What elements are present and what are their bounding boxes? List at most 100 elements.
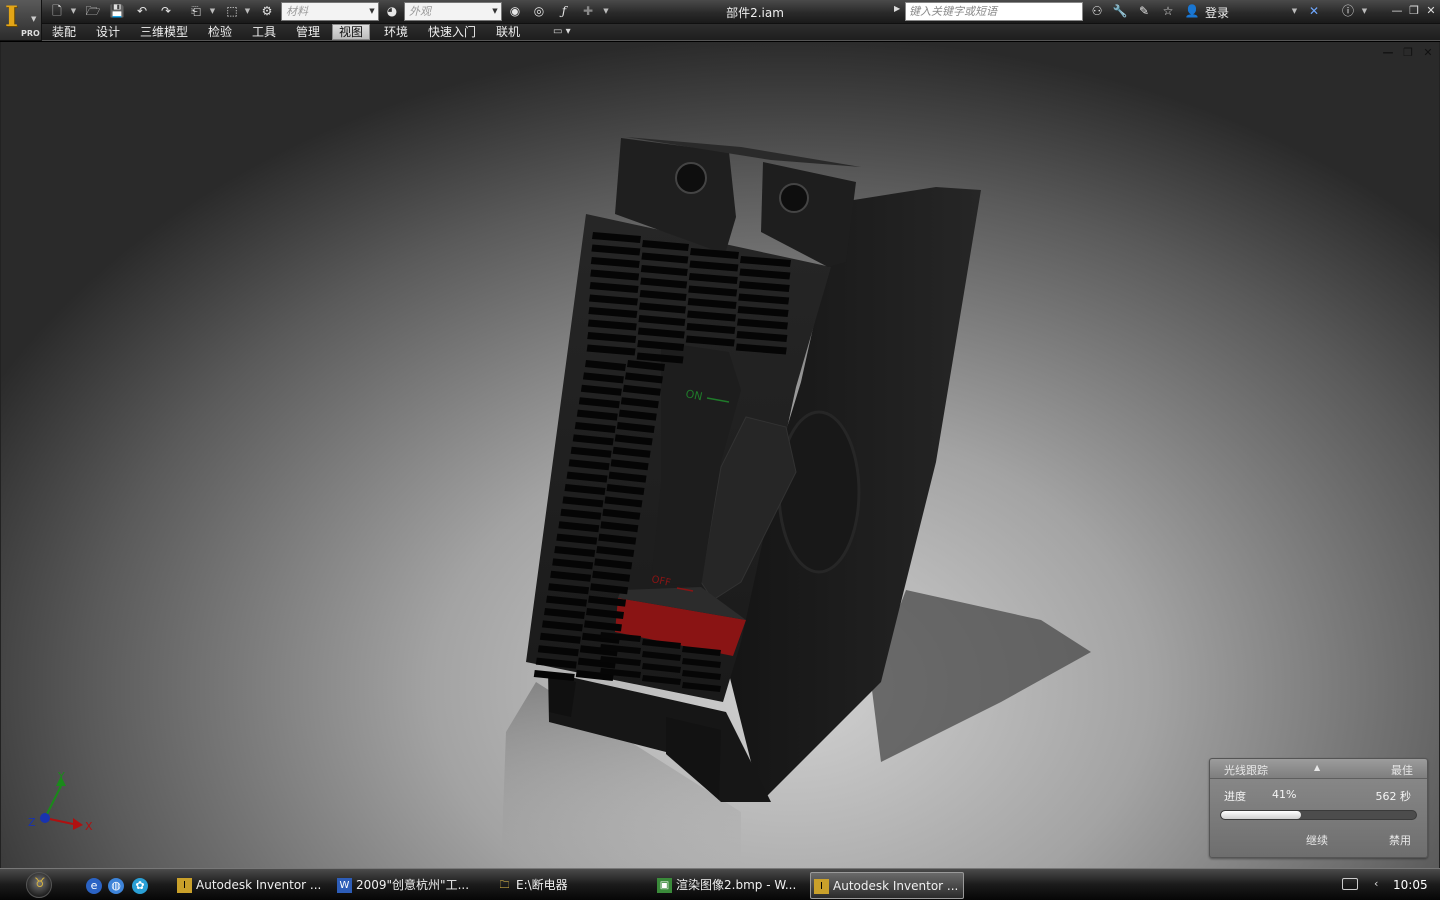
tab-environments[interactable]: 环境 — [378, 24, 414, 40]
customize-dropdown-icon[interactable]: ▼ — [601, 3, 611, 20]
search-expand-icon[interactable]: ▶ — [894, 4, 900, 13]
tray-expand-icon[interactable]: ‹ — [1374, 877, 1378, 890]
collapse-triangle-icon[interactable]: ▲ — [1314, 763, 1320, 772]
terminal-screw-left — [675, 162, 707, 194]
folder-icon: 🗀 — [499, 880, 510, 891]
new-dropdown-icon[interactable]: ▼ — [69, 3, 78, 20]
binoculars-icon[interactable]: ⚇ — [1089, 3, 1105, 20]
clock[interactable]: 10:05 — [1393, 878, 1428, 892]
redo-icon[interactable]: ↷ — [157, 3, 175, 20]
open-folder-icon[interactable]: 🗁 — [84, 3, 102, 20]
side-boss — [777, 410, 861, 574]
select-dropdown-icon[interactable]: ▼ — [243, 3, 252, 20]
login-button[interactable]: 登录 — [1205, 4, 1229, 21]
render-quality-select[interactable]: 最佳 — [1391, 762, 1413, 778]
word-icon: W — [337, 878, 352, 893]
continue-button[interactable]: 继续 — [1306, 832, 1328, 848]
user-icon[interactable]: 👤 — [1184, 3, 1200, 20]
appearance-combo[interactable]: 外观 ▼ — [404, 2, 502, 21]
start-button[interactable]: ♉ — [26, 872, 52, 898]
tab-assemble[interactable]: 装配 — [46, 24, 82, 40]
parameters-fx-icon[interactable]: ƒ — [555, 3, 573, 20]
axis-y-line — [44, 785, 62, 819]
search-input[interactable]: 键入关键字或短语 — [905, 2, 1083, 21]
appearance-ball-icon: ◕ — [386, 4, 398, 18]
task-label: E:\断电器 — [516, 878, 568, 892]
axis-z-origin — [40, 813, 50, 823]
inventor-icon: I — [814, 879, 829, 894]
terminal-screw-right — [779, 183, 809, 213]
ray-tracing-panel: 光线跟踪 ▲ 最佳 进度 41% 562 秒 继续 禁用 — [1209, 758, 1428, 858]
tab-inspect[interactable]: 检验 — [202, 24, 238, 40]
axis-z-label: Z — [28, 816, 36, 829]
messenger-icon[interactable]: ✿ — [132, 878, 148, 894]
pro-badge: PRO — [21, 29, 40, 38]
task-label: Autodesk Inventor ... — [833, 879, 959, 893]
inventor-icon: I — [177, 878, 192, 893]
task-word-doc[interactable]: W 2009"创意杭州"工... — [334, 872, 484, 899]
communication-icon[interactable]: ✎ — [1136, 3, 1152, 20]
appearance-combo-text: 外观 — [409, 5, 431, 18]
disable-button[interactable]: 禁用 — [1389, 832, 1411, 848]
help-dropdown-icon[interactable]: ▼ — [1360, 3, 1369, 20]
tab-online[interactable]: 联机 — [490, 24, 526, 40]
axis-y-label: Y — [57, 770, 65, 783]
progress-bar — [1220, 810, 1417, 820]
tab-tools[interactable]: 工具 — [246, 24, 282, 40]
tab-3d-model[interactable]: 三维模型 — [134, 24, 194, 40]
clear-appearance-icon[interactable]: ◎ — [530, 3, 548, 20]
app-menu-dropdown-icon: ▼ — [31, 15, 37, 23]
browser-icon[interactable]: ◍ — [108, 878, 124, 894]
progress-bar-fill — [1221, 811, 1301, 819]
task-inventor-2[interactable]: I Autodesk Inventor ... — [810, 872, 964, 899]
task-label: 渲染图像2.bmp - W... — [676, 878, 797, 892]
exchange-x-icon[interactable]: ✕ — [1305, 3, 1323, 20]
material-dropdown-icon[interactable]: ▼ — [367, 3, 377, 20]
save-icon[interactable]: 💾 — [108, 3, 126, 20]
elapsed-time: 562 秒 — [1375, 790, 1412, 803]
restore-window-icon[interactable]: ❐ — [1407, 4, 1421, 18]
close-window-icon[interactable]: ✕ — [1424, 4, 1438, 18]
help-icon[interactable]: ⓘ — [1339, 3, 1357, 20]
new-file-icon[interactable]: 🗋 — [48, 3, 66, 20]
favorites-star-icon[interactable]: ☆ — [1160, 3, 1176, 20]
return-icon[interactable]: ⎗ — [187, 3, 205, 20]
subscription-icon[interactable]: 🔧 — [1112, 3, 1128, 20]
material-combo[interactable]: 材料 ▼ — [281, 2, 379, 21]
tab-get-started[interactable]: 快速入门 — [422, 24, 482, 40]
task-image-viewer[interactable]: ▣ 渲染图像2.bmp - W... — [654, 872, 804, 899]
ie-icon[interactable]: e — [86, 878, 102, 894]
tab-view[interactable]: 视图 — [332, 24, 371, 40]
document-title: 部件2.iam — [726, 6, 784, 20]
ribbon-tab-bar: 装配 设计 三维模型 检验 工具 管理 视图 环境 快速入门 联机 ▭ ▾ — [0, 24, 1440, 41]
undo-icon[interactable]: ↶ — [133, 3, 151, 20]
return-dropdown-icon[interactable]: ▼ — [208, 3, 217, 20]
progress-label: 进度 — [1224, 790, 1246, 803]
add-icon[interactable]: ✚ — [579, 3, 597, 20]
ribbon-minimize-toggle-icon[interactable]: ▭ ▾ — [553, 26, 571, 37]
task-label: 2009"创意杭州"工... — [356, 878, 470, 892]
minimize-window-icon[interactable]: — — [1390, 4, 1404, 18]
application-menu-button[interactable]: I ▼ PRO — [0, 0, 42, 41]
ray-tracing-header: 光线跟踪 ▲ 最佳 — [1210, 759, 1427, 779]
tab-design[interactable]: 设计 — [90, 24, 126, 40]
appearance-dropdown-icon[interactable]: ▼ — [490, 3, 500, 20]
terminal-block-right — [761, 162, 856, 267]
adjust-appearance-icon[interactable]: ◉ — [506, 3, 524, 20]
keyboard-icon[interactable] — [1342, 878, 1358, 890]
select-icon[interactable]: ⬚ — [222, 3, 242, 20]
axis-x-label: X — [85, 820, 93, 833]
inventor-logo-icon: I — [5, 0, 19, 33]
graphics-viewport[interactable]: — ❐ ✕ ON OFF Y X Z 光线跟踪 ▲ 最佳 进度 41% 562 … — [0, 42, 1440, 868]
taskbar: ♉ e ◍ ✿ I Autodesk Inventor ... W 2009"创… — [0, 868, 1440, 900]
start-bull-icon: ♉ — [34, 876, 46, 891]
tab-manage[interactable]: 管理 — [290, 24, 326, 40]
task-inventor-1[interactable]: I Autodesk Inventor ... — [174, 872, 324, 899]
title-bar: 🗋 ▼ 🗁 💾 ↶ ↷ ⎗ ▼ ⬚ ▼ ⚙ 材料 ▼ ◕ 外观 ▼ ◉ ◎ ƒ … — [0, 0, 1440, 24]
task-folder[interactable]: 🗀 E:\断电器 — [494, 872, 644, 899]
update-icon[interactable]: ⚙ — [258, 3, 276, 20]
task-label: Autodesk Inventor ... — [196, 878, 322, 892]
breaker-model[interactable]: ON OFF Y X Z — [1, 42, 1440, 868]
model-shadow — [871, 590, 1091, 762]
login-dropdown-icon[interactable]: ▼ — [1290, 3, 1299, 20]
